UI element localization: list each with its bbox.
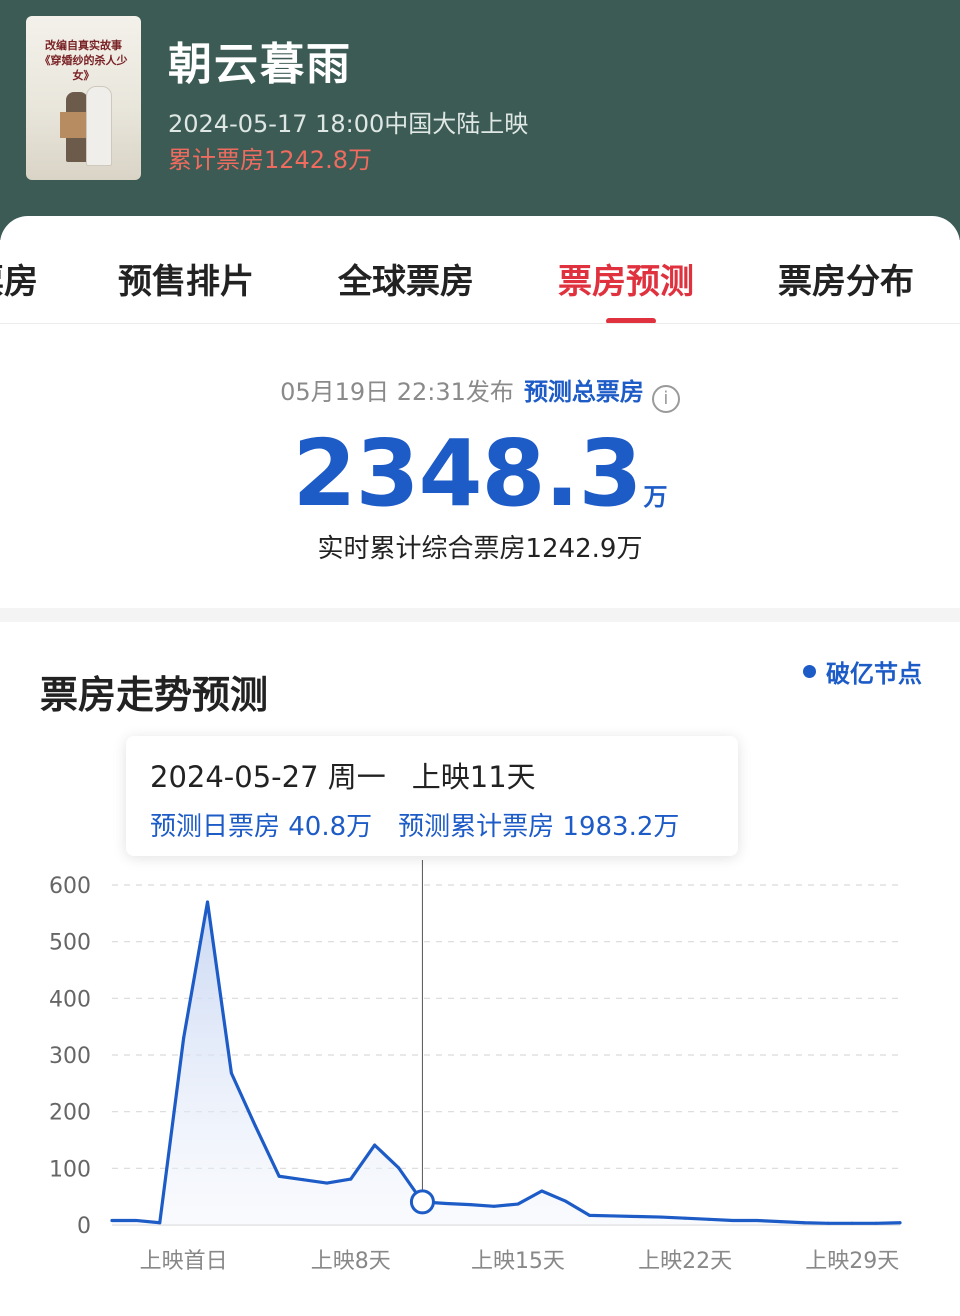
tooltip-header: 2024-05-27 周一 上映11天 bbox=[150, 754, 536, 796]
tooltip-cumulative: 预测累计票房 1983.2万 bbox=[398, 812, 680, 842]
release-info: 2024-05-17 18:00中国大陆上映 bbox=[168, 110, 529, 138]
poster-caption-line-2: 《穿婚纱的杀人少女》 bbox=[39, 54, 128, 82]
box-office-trend-chart[interactable]: 0100200300400500600 上映首日 上映8天 上映15天 上映22天 上映… bbox=[0, 860, 960, 1280]
tab-box-office-forecast[interactable]: 票房预测 bbox=[558, 254, 694, 303]
predicted-total-value: 2348.3 bbox=[292, 420, 642, 527]
cumulative-box-office: 累计票房1242.8万 bbox=[168, 146, 372, 174]
highlighted-point[interactable] bbox=[409, 1189, 435, 1215]
movie-poster[interactable]: 改编自真实故事 《穿婚纱的杀人少女》 bbox=[26, 16, 141, 180]
tab-bar: 票房 预售排片 全球票房 票房预测 票房分布 bbox=[0, 216, 960, 324]
predicted-total: 2348.3万 bbox=[0, 420, 960, 527]
tab-presale-schedule[interactable]: 预售排片 bbox=[118, 254, 254, 303]
y-tick-label: 0 bbox=[77, 1214, 91, 1239]
tooltip-daily: 预测日票房 40.8万 bbox=[150, 812, 373, 842]
y-tick-label: 400 bbox=[49, 987, 91, 1012]
prediction-label: 预测总票房 bbox=[523, 378, 644, 406]
active-tab-indicator bbox=[606, 318, 656, 323]
tooltip-day: 上映11天 bbox=[411, 760, 536, 794]
tooltip-date: 2024-05-27 周一 bbox=[150, 760, 386, 794]
tab-global-box-office[interactable]: 全球票房 bbox=[338, 254, 474, 303]
tab-box-office-distribution[interactable]: 票房分布 bbox=[778, 254, 914, 303]
x-tick-label: 上映首日 bbox=[140, 1249, 228, 1274]
y-tick-label: 300 bbox=[49, 1044, 91, 1069]
y-tick-label: 500 bbox=[49, 931, 91, 956]
trend-title: 票房走势预测 bbox=[40, 673, 269, 717]
y-tick-label: 100 bbox=[49, 1157, 91, 1182]
y-tick-label: 600 bbox=[49, 874, 91, 899]
y-tick-label: 200 bbox=[49, 1101, 91, 1126]
x-axis: 上映首日 上映8天 上映15天 上映22天 上映29天 bbox=[140, 1249, 900, 1274]
x-tick-label: 上映22天 bbox=[638, 1249, 732, 1274]
legend-dot-icon bbox=[803, 665, 816, 678]
y-axis: 0 100 200 300 400 500 600 bbox=[49, 874, 91, 1239]
realtime-box-office: 实时累计综合票房1242.9万 bbox=[317, 534, 643, 564]
tooltip-values: 预测日票房 40.8万 预测累计票房 1983.2万 bbox=[150, 806, 679, 843]
poster-figure-bride bbox=[86, 86, 112, 166]
x-tick-label: 上映29天 bbox=[805, 1249, 899, 1274]
predicted-total-unit: 万 bbox=[643, 483, 668, 511]
movie-header: 改编自真实故事 《穿婚纱的杀人少女》 朝云暮雨 2024-05-17 18:00… bbox=[0, 0, 960, 240]
x-tick-label: 上映15天 bbox=[471, 1249, 565, 1274]
prediction-meta: 05月19日 22:31发布 预测总票房 i bbox=[0, 372, 960, 413]
x-tick-label: 上映8天 bbox=[311, 1249, 391, 1274]
legend-billion-node[interactable]: 破亿节点 bbox=[803, 654, 922, 689]
section-divider bbox=[0, 608, 960, 622]
info-icon[interactable]: i bbox=[651, 385, 680, 413]
tab-box-office[interactable]: 票房 bbox=[0, 254, 38, 303]
poster-caption-line-1: 改编自真实故事 bbox=[45, 39, 122, 52]
chart-tooltip: 2024-05-27 周一 上映11天 预测日票房 40.8万 预测累计票房 198… bbox=[126, 736, 738, 856]
poster-box bbox=[60, 112, 86, 138]
published-time: 05月19日 22:31发布 bbox=[280, 378, 514, 406]
legend-label: 破亿节点 bbox=[826, 660, 922, 688]
movie-title: 朝云暮雨 bbox=[168, 39, 352, 90]
poster-caption: 改编自真实故事 《穿婚纱的杀人少女》 bbox=[32, 38, 135, 83]
